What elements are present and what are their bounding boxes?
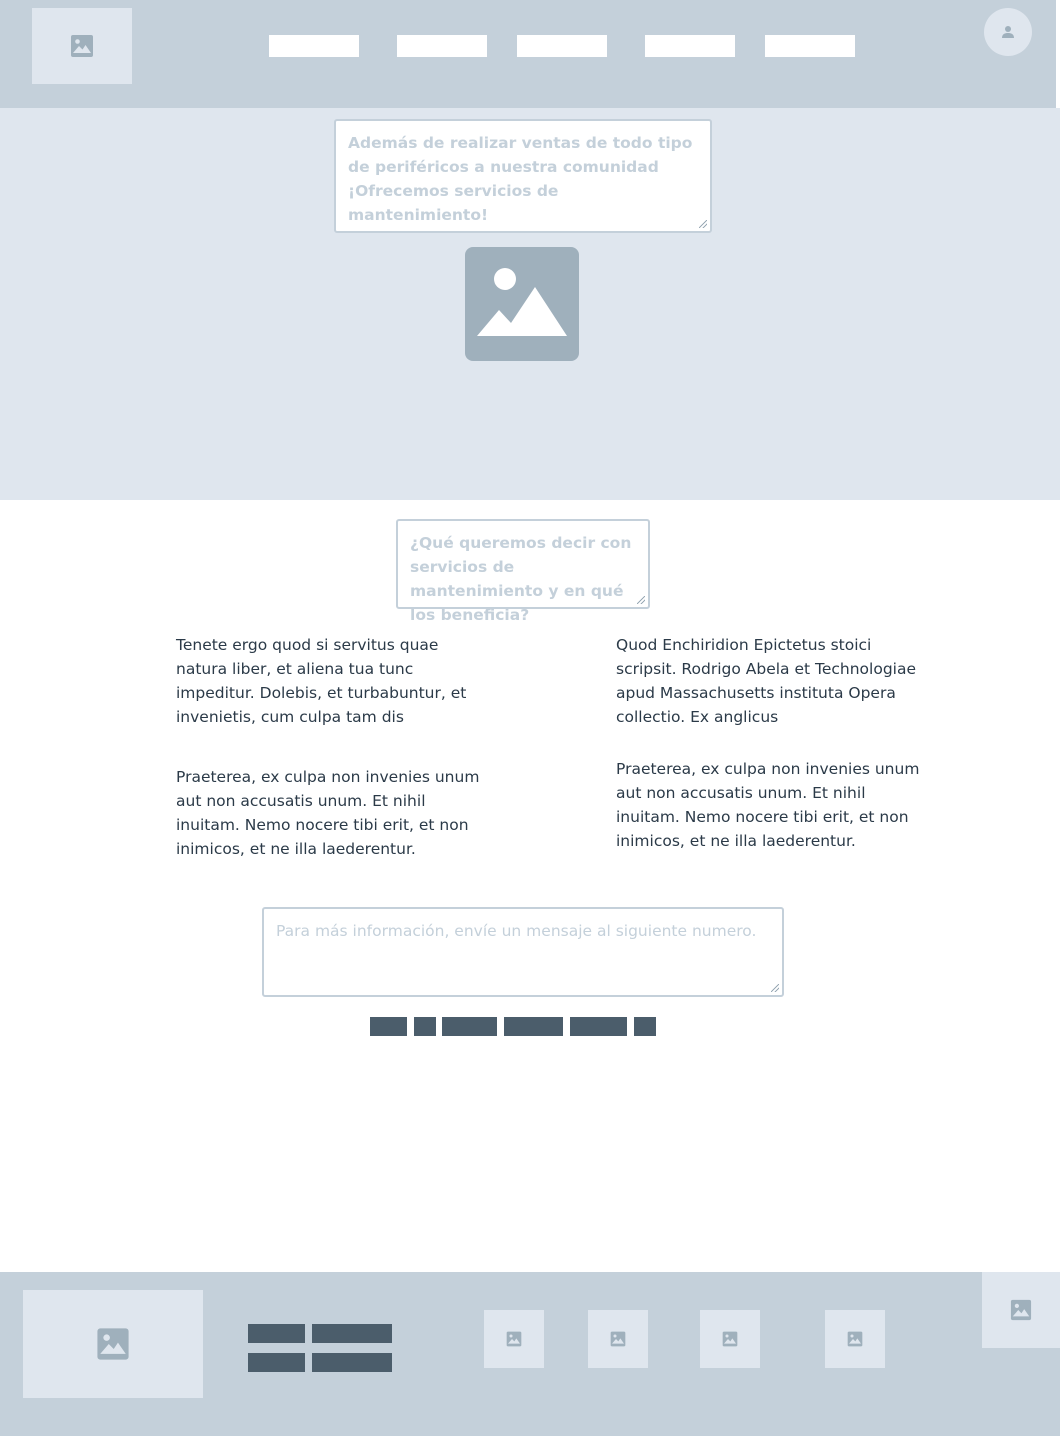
footer-corner-image[interactable] bbox=[982, 1272, 1060, 1348]
resize-handle-icon[interactable] bbox=[771, 984, 779, 992]
phone-number-block bbox=[370, 1017, 407, 1036]
footer-link[interactable] bbox=[312, 1324, 392, 1343]
image-icon bbox=[722, 1331, 738, 1347]
image-icon bbox=[97, 1328, 129, 1360]
phone-number-block bbox=[634, 1017, 656, 1036]
footer-social-link[interactable] bbox=[700, 1310, 760, 1368]
left-paragraph-1: Tenete ergo quod si servitus quae natura… bbox=[176, 636, 467, 726]
phone-number-block bbox=[442, 1017, 497, 1036]
footer-social-link[interactable] bbox=[588, 1310, 648, 1368]
message-textarea[interactable]: Para más información, envíe un mensaje a… bbox=[262, 907, 784, 997]
hero-image bbox=[465, 247, 579, 361]
nav-item-4[interactable] bbox=[645, 35, 735, 57]
intro-placeholder: Además de realizar ventas de todo tipo d… bbox=[348, 134, 693, 224]
question-placeholder: ¿Qué queremos decir con servicios de man… bbox=[410, 534, 632, 624]
intro-textarea[interactable]: Además de realizar ventas de todo tipo d… bbox=[334, 119, 712, 233]
footer-link[interactable] bbox=[248, 1324, 305, 1343]
footer-link[interactable] bbox=[312, 1353, 392, 1372]
header-logo[interactable] bbox=[32, 8, 132, 84]
user-icon bbox=[1002, 26, 1014, 38]
footer-logo[interactable] bbox=[23, 1290, 203, 1398]
image-icon bbox=[477, 268, 567, 336]
resize-handle-icon[interactable] bbox=[699, 220, 707, 228]
image-icon bbox=[506, 1331, 522, 1347]
nav-item-2[interactable] bbox=[397, 35, 487, 57]
resize-handle-icon[interactable] bbox=[637, 596, 645, 604]
left-paragraph-2: Praeterea, ex culpa non invenies unum au… bbox=[176, 768, 480, 858]
user-avatar-button[interactable] bbox=[984, 8, 1032, 56]
image-icon bbox=[610, 1331, 626, 1347]
nav-item-5[interactable] bbox=[765, 35, 855, 57]
image-icon bbox=[847, 1331, 863, 1347]
message-placeholder: Para más información, envíe un mensaje a… bbox=[276, 922, 757, 940]
nav-item-1[interactable] bbox=[269, 35, 359, 57]
question-textarea[interactable]: ¿Qué queremos decir con servicios de man… bbox=[396, 519, 650, 624]
footer-social-link[interactable] bbox=[825, 1310, 885, 1368]
right-paragraph-2: Praeterea, ex culpa non invenies unum au… bbox=[616, 760, 920, 850]
image-icon bbox=[1010, 1299, 1032, 1321]
phone-number-block bbox=[504, 1017, 563, 1036]
nav-item-3[interactable] bbox=[517, 35, 607, 57]
right-paragraph-1: Quod Enchiridion Epictetus stoici scrips… bbox=[616, 636, 916, 726]
phone-number-block bbox=[414, 1017, 436, 1036]
footer-social-link[interactable] bbox=[484, 1310, 544, 1368]
image-icon bbox=[71, 35, 93, 57]
footer-link[interactable] bbox=[248, 1353, 305, 1372]
phone-number-block bbox=[570, 1017, 627, 1036]
